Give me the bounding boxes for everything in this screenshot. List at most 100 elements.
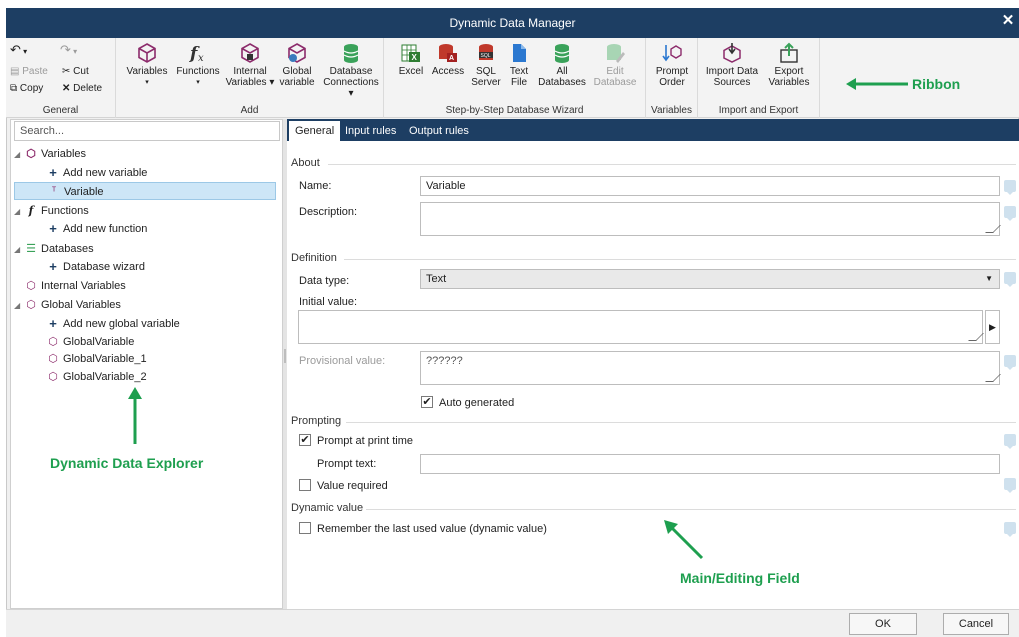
close-icon[interactable]: ✕: [1001, 13, 1015, 28]
delete-icon: ✕: [62, 83, 71, 94]
internal-variables-button[interactable]: Internal Variables ▾: [224, 42, 276, 88]
sql-server-button[interactable]: SQL SQL Server: [470, 42, 502, 88]
description-input[interactable]: [420, 202, 1000, 236]
all-databases-button[interactable]: All Databases: [536, 42, 588, 88]
plus-icon: +: [49, 259, 57, 275]
initial-value-input[interactable]: [298, 310, 983, 344]
help-icon[interactable]: [1004, 434, 1016, 449]
sql-server-icon: SQL: [479, 44, 493, 60]
section-prompting: Prompting: [291, 415, 342, 427]
cancel-button[interactable]: Cancel: [943, 613, 1009, 635]
paste-button[interactable]: ▤ Paste: [10, 66, 48, 77]
add-caption: Add: [240, 105, 259, 116]
help-icon[interactable]: [1004, 478, 1016, 493]
provisional-value-input[interactable]: ??????: [420, 351, 1000, 385]
main-arrow-icon: [664, 520, 704, 560]
tree-item-internal-variables[interactable]: ⬡ Internal Variables: [14, 277, 276, 295]
tree-item-add-new-global-variable[interactable]: + Add new global variable: [14, 315, 276, 333]
import-data-sources-button[interactable]: Import Data Sources: [704, 42, 760, 88]
edit-database-button[interactable]: Edit Database: [590, 42, 640, 88]
tab-input-rules[interactable]: Input rules: [339, 121, 402, 141]
tab-output-rules[interactable]: Output rules: [403, 121, 475, 141]
tree-item-variable[interactable]: ᵀ Variable: [14, 182, 276, 200]
tree-item-database-wizard[interactable]: + Database wizard: [14, 258, 276, 276]
tree-item-functions[interactable]: ◢ f Functions: [14, 202, 276, 220]
global-variable-icon: ⬡: [48, 371, 58, 384]
export-icon: [780, 42, 798, 63]
ribbon-group-variables: Prompt Order Variables: [646, 38, 698, 118]
edit-database-icon: [607, 44, 625, 63]
cube-icon: [138, 43, 156, 63]
value-required-checkbox[interactable]: [299, 479, 311, 491]
redo-icon[interactable]: ↷ ▾: [60, 42, 77, 58]
access-icon: A: [439, 44, 457, 62]
tree-item-global-variables[interactable]: ◢ ⬡ Global Variables: [14, 296, 276, 314]
tree-item-add-new-function[interactable]: + Add new function: [14, 220, 276, 238]
tree-item-databases[interactable]: ◢ ☰ Databases: [14, 240, 276, 258]
help-icon[interactable]: [1004, 272, 1016, 287]
section-definition: Definition: [291, 252, 337, 264]
functions-button[interactable]: fx Functions ▾: [174, 42, 222, 88]
access-button[interactable]: A Access: [430, 42, 466, 77]
import-icon: [723, 43, 741, 63]
ribbon-group-import-export: Import Data Sources Export Variables Impor…: [698, 38, 820, 118]
help-icon[interactable]: [1004, 180, 1016, 195]
search-input[interactable]: Search...: [14, 121, 280, 141]
main-callout: Main/Editing Field: [680, 570, 800, 586]
cut-button[interactable]: ✂ Cut: [62, 66, 89, 77]
internal-variables-icon: ⬡: [26, 280, 36, 293]
excel-button[interactable]: X Excel: [396, 42, 426, 77]
title-bar: Dynamic Data Manager ✕: [6, 8, 1019, 38]
expand-arrow-icon[interactable]: ▶: [985, 310, 1000, 344]
tree-item-globalvariable-2[interactable]: ⬡ GlobalVariable_2: [14, 368, 276, 386]
tree-item-globalvariable-1[interactable]: ⬡ GlobalVariable_1: [14, 350, 276, 368]
help-icon[interactable]: [1004, 355, 1016, 370]
initial-value-label: Initial value:: [299, 296, 358, 308]
undo-icon[interactable]: ↶ ▾: [10, 42, 27, 58]
variables-button[interactable]: Variables ▾: [122, 42, 172, 88]
help-icon[interactable]: [1004, 206, 1016, 221]
remember-last-checkbox[interactable]: [299, 522, 311, 534]
auto-generated-label: Auto generated: [439, 397, 515, 409]
name-input[interactable]: Variable: [420, 176, 1000, 196]
prompt-order-button[interactable]: Prompt Order: [650, 42, 694, 88]
text-file-button[interactable]: Text File: [506, 42, 532, 88]
prompt-text-label: Prompt text:: [317, 458, 377, 470]
global-variable-icon: ⬡: [48, 353, 58, 366]
tree-item-variables[interactable]: ◢ ⬡ Variables: [14, 145, 276, 163]
collapse-icon[interactable]: ◢: [14, 146, 24, 164]
data-type-select[interactable]: Text ▼: [420, 269, 1000, 289]
help-icon[interactable]: [1004, 522, 1016, 537]
svg-text:A: A: [449, 55, 454, 62]
svg-text:SQL: SQL: [481, 53, 491, 59]
tab-general[interactable]: General: [289, 121, 341, 141]
provisional-value-label: Provisional value:: [299, 355, 386, 367]
import-export-caption: Import and Export: [718, 105, 799, 116]
export-variables-button[interactable]: Export Variables: [764, 42, 814, 88]
divider: [328, 164, 1016, 165]
value-required-label: Value required: [317, 480, 388, 492]
auto-generated-checkbox[interactable]: ✔: [421, 396, 433, 408]
database-connections-button[interactable]: Database Connections ▾: [320, 42, 382, 99]
svg-text:x: x: [198, 53, 204, 64]
ribbon-group-general: ↶ ▾ ↷ ▾ ▤ Paste ✂ Cut ⧉ Copy ✕ Delete Ge…: [6, 38, 116, 118]
delete-button[interactable]: ✕ Delete: [62, 83, 102, 94]
global-variable-button[interactable]: Global variable: [278, 42, 316, 88]
tree-item-add-new-variable[interactable]: + Add new variable: [14, 164, 276, 182]
ribbon-callout: Ribbon: [912, 76, 961, 92]
cube-icon: ⬡: [26, 148, 36, 161]
collapse-icon[interactable]: ◢: [14, 297, 24, 315]
prompt-at-print-label: Prompt at print time: [317, 435, 413, 447]
copy-button[interactable]: ⧉ Copy: [10, 83, 43, 94]
plus-icon: +: [49, 316, 57, 332]
explorer-arrow-icon: [128, 387, 142, 444]
function-icon: fx: [189, 44, 204, 64]
text-variable-icon: ᵀ: [51, 186, 57, 198]
description-label: Description:: [299, 206, 358, 218]
tree-item-globalvariable[interactable]: ⬡ GlobalVariable: [14, 333, 276, 351]
prompt-at-print-checkbox[interactable]: ✔: [299, 434, 311, 446]
prompt-text-input[interactable]: [420, 454, 1000, 474]
collapse-icon[interactable]: ◢: [14, 241, 24, 259]
collapse-icon[interactable]: ◢: [14, 203, 24, 221]
ok-button[interactable]: OK: [849, 613, 917, 635]
